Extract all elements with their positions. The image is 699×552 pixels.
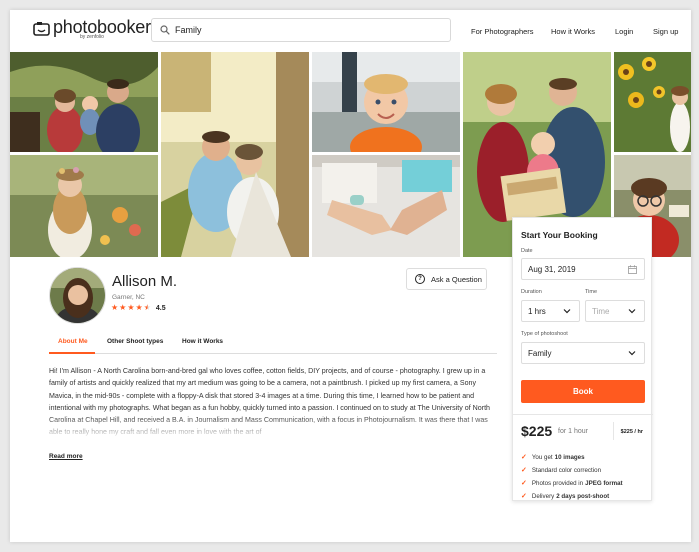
feature-bold: 10 images — [554, 453, 585, 461]
book-button[interactable]: Book — [521, 380, 645, 403]
star-icon: ★ — [127, 303, 135, 312]
ask-question-label: Ask a Question — [431, 274, 482, 284]
feature-text: Standard color correction — [531, 466, 602, 474]
search-icon — [160, 25, 170, 35]
feature-item: ✓ Standard color correction — [521, 466, 602, 475]
rating-stars: ★ ★ ★ ★ ★ 4.5 — [111, 304, 166, 312]
logo-subtitle: by zenfolio — [80, 34, 104, 40]
duration-value: 1 hrs — [528, 306, 546, 316]
feature-text: You get — [531, 453, 553, 461]
star-icon: ★ — [111, 303, 119, 312]
divider — [513, 414, 653, 415]
nav-login[interactable]: Login — [615, 27, 633, 36]
photographer-location: Garner, NC — [112, 294, 145, 301]
gallery-photo-couple-beach[interactable] — [161, 52, 309, 257]
feature-bold: JPEG format — [585, 479, 623, 487]
duration-select[interactable]: 1 hrs — [521, 300, 580, 322]
gallery-photo-holding-hands[interactable] — [312, 155, 460, 257]
check-icon: ✓ — [521, 467, 527, 474]
profile-tabs: About Me Other Shoot types How it Works — [49, 336, 497, 354]
date-field[interactable]: Aug 31, 2019 — [521, 258, 645, 280]
chevron-down-icon — [563, 309, 571, 314]
rating-value: 4.5 — [155, 304, 166, 312]
feature-text: Delivery — [531, 492, 555, 500]
booking-title: Start Your Booking — [521, 230, 598, 240]
star-icon: ★ — [135, 303, 143, 312]
nav-for-photographers[interactable]: For Photographers — [471, 27, 534, 36]
read-more-link[interactable]: Read more — [49, 453, 83, 460]
star-icon: ★ — [119, 303, 127, 312]
bio-fade — [49, 415, 499, 445]
calendar-icon — [628, 265, 637, 274]
duration-label: Duration — [521, 289, 542, 295]
gallery-photo-sunflowers[interactable] — [614, 52, 691, 152]
divider — [613, 422, 614, 440]
search-input[interactable] — [175, 25, 435, 35]
time-label: Time — [585, 289, 598, 295]
gallery-photo-boy-portrait[interactable] — [312, 52, 460, 152]
camera-logo-icon — [33, 22, 50, 36]
half-star-icon: ★ — [143, 303, 151, 312]
price: $225 — [521, 423, 553, 439]
ask-question-button[interactable]: ? Ask a Question — [406, 268, 487, 290]
active-tab-indicator — [49, 352, 95, 354]
hourly-rate: $225 / hr — [620, 429, 643, 435]
chevron-down-icon — [628, 309, 636, 314]
tab-how-it-works[interactable]: How it Works — [182, 338, 223, 345]
feature-item: ✓ Photos provided in JPEG format — [521, 479, 623, 488]
time-placeholder: Time — [592, 306, 610, 316]
nav-sign-up[interactable]: Sign up — [653, 27, 678, 36]
feature-bold: 2 days post-shoot — [556, 492, 610, 500]
feature-text: Photos provided in — [531, 479, 584, 487]
check-icon: ✓ — [521, 454, 527, 461]
chevron-down-icon — [628, 351, 636, 356]
feature-item: ✓ Delivery 2 days post-shoot — [521, 492, 610, 501]
gallery-photo-family-tree[interactable] — [10, 52, 158, 152]
date-label: Date — [521, 248, 533, 254]
check-icon: ✓ — [521, 493, 527, 500]
shoot-type-select[interactable]: Family — [521, 342, 645, 364]
search-bar[interactable] — [151, 18, 451, 42]
photographer-name: Allison M. — [112, 273, 178, 290]
tab-other-shoot-types[interactable]: Other Shoot types — [107, 338, 163, 345]
shoot-type-value: Family — [528, 348, 552, 358]
gallery-photo-girl-flowers[interactable] — [10, 155, 158, 257]
nav-how-it-works[interactable]: How it Works — [551, 27, 595, 36]
date-value: Aug 31, 2019 — [528, 264, 576, 274]
feature-item: ✓ You get 10 images — [521, 453, 585, 462]
price-duration: for 1 hour — [558, 428, 588, 435]
page: photobooker by zenfolio For Photographer… — [10, 10, 691, 542]
shoot-type-label: Type of photoshoot — [521, 331, 568, 337]
time-select[interactable]: Time — [585, 300, 645, 322]
question-icon: ? — [415, 274, 425, 284]
top-bar: photobooker by zenfolio For Photographer… — [10, 10, 691, 52]
booking-card: Start Your Booking Date Aug 31, 2019 Dur… — [512, 217, 653, 501]
check-icon: ✓ — [521, 480, 527, 487]
avatar — [49, 267, 106, 324]
tab-about-me[interactable]: About Me — [58, 338, 88, 345]
